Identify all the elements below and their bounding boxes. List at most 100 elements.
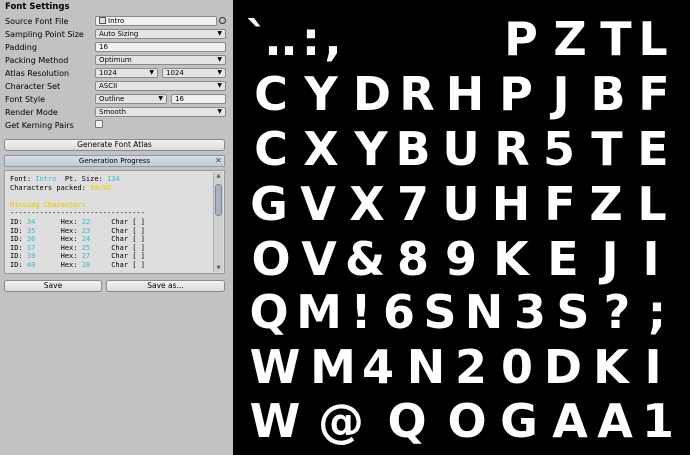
atlas-glyph: ; — [648, 285, 666, 339]
atlas-glyph: I — [642, 232, 659, 286]
save-as-button[interactable]: Save as... — [106, 280, 225, 292]
packing-label: Packing Method — [5, 56, 69, 65]
atlas-glyph: P — [499, 67, 533, 121]
kerning-checkbox[interactable] — [95, 120, 103, 128]
charset-value: ASCII — [99, 82, 118, 90]
atlas-glyph: R — [494, 122, 529, 176]
atlas-glyphs: `..:, P Z T LC Y D R H P J B FC X Y B U R 5 T EG V X 7 U H F Z LO V & 8… — [246, 12, 675, 448]
atlas-glyph: 8 — [397, 232, 429, 286]
atlas-glyph: P — [504, 12, 538, 66]
atlas-glyph: D — [544, 340, 582, 394]
triangle-down-icon: ▼ — [217, 108, 222, 115]
atlas-glyph: K — [493, 232, 531, 286]
circle-picker-icon[interactable] — [219, 17, 226, 24]
render-mode-value: Smooth — [99, 108, 127, 116]
charset-label: Character Set — [5, 82, 61, 91]
render-mode-row: Render Mode Smooth ▼ — [5, 107, 226, 119]
atlas-glyph: U — [442, 122, 479, 176]
atlas-glyph: F — [544, 177, 575, 231]
pt-label: Pt. Size: — [64, 175, 103, 183]
sampling-dropdown[interactable]: Auto Sizing ▼ — [95, 29, 226, 39]
atlas-glyph: M — [296, 285, 342, 339]
atlas-glyph: A — [552, 394, 588, 448]
atlas-glyph: W — [250, 340, 301, 394]
panel-title: Font Settings — [5, 2, 70, 12]
atlas-glyph: ? — [604, 285, 631, 339]
triangle-down-icon: ▼ — [158, 95, 163, 102]
atlas-glyph: V — [301, 232, 337, 286]
console-scrollbar[interactable]: ▲ ▼ — [213, 172, 223, 272]
close-icon[interactable]: ✕ — [214, 156, 223, 165]
atlas-glyph: G — [250, 177, 288, 231]
atlas-glyph: F — [638, 67, 669, 121]
atlas-glyph: ! — [351, 285, 372, 339]
font-style-label: Font Style — [5, 95, 46, 104]
font-style-size-input[interactable]: 16 — [171, 94, 226, 104]
atlas-glyph: N — [407, 340, 446, 394]
padding-row: Padding 16 — [5, 42, 226, 54]
atlas-glyph: 9 — [445, 232, 477, 286]
atlas-glyph: H — [446, 67, 485, 121]
atlas-glyph: Z — [553, 12, 586, 66]
missing-rows: ID: 34 Hex: 22 Char [ ] ID: 35 Hex: 23 Ch… — [10, 218, 145, 270]
atlas-glyph: Y — [303, 67, 338, 121]
progress-console: Font: Intro Pt. Size: 134 Characters pac… — [4, 170, 225, 274]
atlas-glyph: 1 — [642, 394, 674, 448]
atlas-glyph: T — [591, 122, 623, 176]
font-value: Intro — [35, 175, 57, 183]
generate-atlas-button[interactable]: Generate Font Atlas — [4, 139, 225, 151]
packing-row: Packing Method Optimum ▼ — [5, 55, 226, 67]
charset-dropdown[interactable]: ASCII ▼ — [95, 81, 226, 91]
font-style-dropdown[interactable]: Outline ▼ — [95, 94, 167, 104]
charset-row: Character Set ASCII ▼ — [5, 81, 226, 93]
atlas-width-dropdown[interactable]: 1024 ▼ — [95, 68, 158, 78]
atlas-glyph: 4 — [362, 340, 394, 394]
divider: -------------------------------- — [10, 209, 145, 218]
atlas-glyph: 5 — [543, 122, 575, 176]
atlas-resolution-row: Atlas Resolution 1024 ▼ 1024 ▼ — [5, 68, 226, 80]
padding-label: Padding — [5, 43, 37, 52]
atlas-height-dropdown[interactable]: 1024 ▼ — [162, 68, 226, 78]
atlas-glyph: E — [637, 122, 668, 176]
atlas-glyph: C — [254, 67, 288, 121]
atlas-glyph: N — [465, 285, 504, 339]
atlas-glyph: Y — [353, 122, 388, 176]
atlas-glyph: 3 — [514, 285, 546, 339]
save-button[interactable]: Save — [4, 280, 102, 292]
font-label: Font: — [10, 175, 32, 183]
atlas-glyph: Z — [589, 177, 622, 231]
scrollbar-thumb[interactable] — [215, 184, 222, 216]
packed-label: Characters packed: — [10, 183, 86, 192]
missing-row: ID: 37 Hex: 25 Char [ ] — [10, 243, 145, 252]
atlas-glyph: S — [556, 285, 589, 339]
atlas-glyph: K — [593, 340, 631, 394]
missing-row: ID: 35 Hex: 23 Char [ ] — [10, 226, 145, 235]
atlas-glyph: & — [345, 232, 385, 286]
atlas-glyph: , — [324, 12, 341, 66]
atlas-width-value: 1024 — [99, 69, 117, 77]
scroll-up-icon[interactable]: ▲ — [214, 172, 223, 180]
pt-value: 134 — [106, 175, 120, 183]
packed-value: 93/95 — [90, 183, 112, 192]
atlas-glyph: J — [549, 67, 569, 121]
atlas-height-value: 1024 — [166, 69, 184, 77]
generation-progress-header: Generation Progress ✕ — [4, 155, 225, 167]
source-font-row: Source Font File Intro — [5, 16, 226, 28]
atlas-glyph: I — [644, 340, 661, 394]
atlas-glyph: Q — [387, 394, 426, 448]
source-font-value: Intro — [108, 17, 125, 25]
atlas-glyph: L — [638, 12, 667, 66]
triangle-down-icon: ▼ — [149, 69, 154, 76]
padding-input[interactable]: 16 — [95, 42, 226, 52]
render-mode-label: Render Mode — [5, 108, 58, 117]
atlas-glyph: : — [302, 12, 320, 66]
packing-dropdown[interactable]: Optimum ▼ — [95, 55, 226, 65]
render-mode-dropdown[interactable]: Smooth ▼ — [95, 107, 226, 117]
atlas-glyph: @ — [318, 394, 364, 448]
sampling-row: Sampling Point Size Auto Sizing ▼ — [5, 29, 226, 41]
scroll-down-icon[interactable]: ▼ — [214, 264, 223, 272]
atlas-glyph: T — [600, 12, 632, 66]
source-font-field[interactable]: Intro — [95, 16, 217, 26]
atlas-glyph: B — [395, 122, 430, 176]
font-settings-panel: Font Settings Source Font File Intro Sam… — [0, 0, 232, 455]
